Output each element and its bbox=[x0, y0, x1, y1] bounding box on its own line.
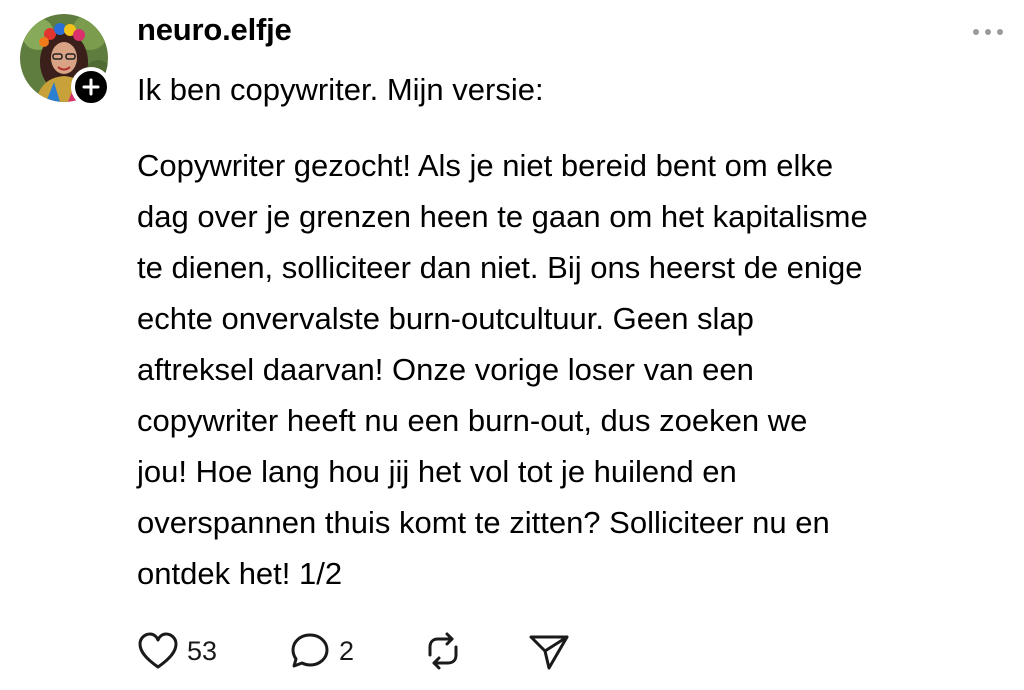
post-body-line: ontdek het! 1/2 bbox=[137, 556, 343, 591]
post-body-line: dag over je grenzen heen te gaan om het … bbox=[137, 199, 868, 234]
thread-post: neuro.elfje Ik ben copywriter. Mijn vers… bbox=[0, 0, 1024, 690]
post-body-line: echte onvervalste burn-outcultuur. Geen … bbox=[137, 301, 754, 336]
reply-button[interactable]: 2 bbox=[289, 626, 354, 676]
speech-bubble-icon bbox=[291, 633, 329, 668]
paper-plane-icon bbox=[529, 635, 569, 670]
post-body-line: Copywriter gezocht! Als je niet bereid b… bbox=[137, 148, 834, 183]
heart-icon bbox=[138, 632, 178, 669]
username[interactable]: neuro.elfje bbox=[137, 10, 292, 50]
post-body-text: Copywriter gezocht! Als je niet bereid b… bbox=[137, 140, 1017, 599]
repost-icon bbox=[428, 632, 458, 670]
like-button[interactable]: 53 bbox=[137, 626, 217, 676]
post-body-line: jou! Hoe lang hou jij het vol tot je hui… bbox=[137, 454, 737, 489]
share-button[interactable] bbox=[527, 626, 571, 676]
post-body-line: te dienen, solliciteer dan niet. Bij ons… bbox=[137, 250, 863, 285]
more-options-button[interactable] bbox=[968, 18, 1008, 46]
post-body-line: copywriter heeft nu een burn-out, dus zo… bbox=[137, 403, 808, 438]
like-count: 53 bbox=[187, 636, 218, 666]
ellipsis-icon bbox=[973, 29, 1003, 35]
post-body-line: overspannen thuis komt te zitten? Sollic… bbox=[137, 505, 830, 540]
action-bar: 53 2 bbox=[137, 626, 737, 676]
reply-count: 2 bbox=[339, 636, 355, 666]
repost-button[interactable] bbox=[422, 626, 464, 676]
post-intro-text: Ik ben copywriter. Mijn versie: bbox=[137, 72, 544, 107]
post-body-line: aftreksel daarvan! Onze vorige loser van… bbox=[137, 352, 754, 387]
plus-icon bbox=[82, 78, 100, 96]
follow-button[interactable] bbox=[71, 67, 111, 107]
